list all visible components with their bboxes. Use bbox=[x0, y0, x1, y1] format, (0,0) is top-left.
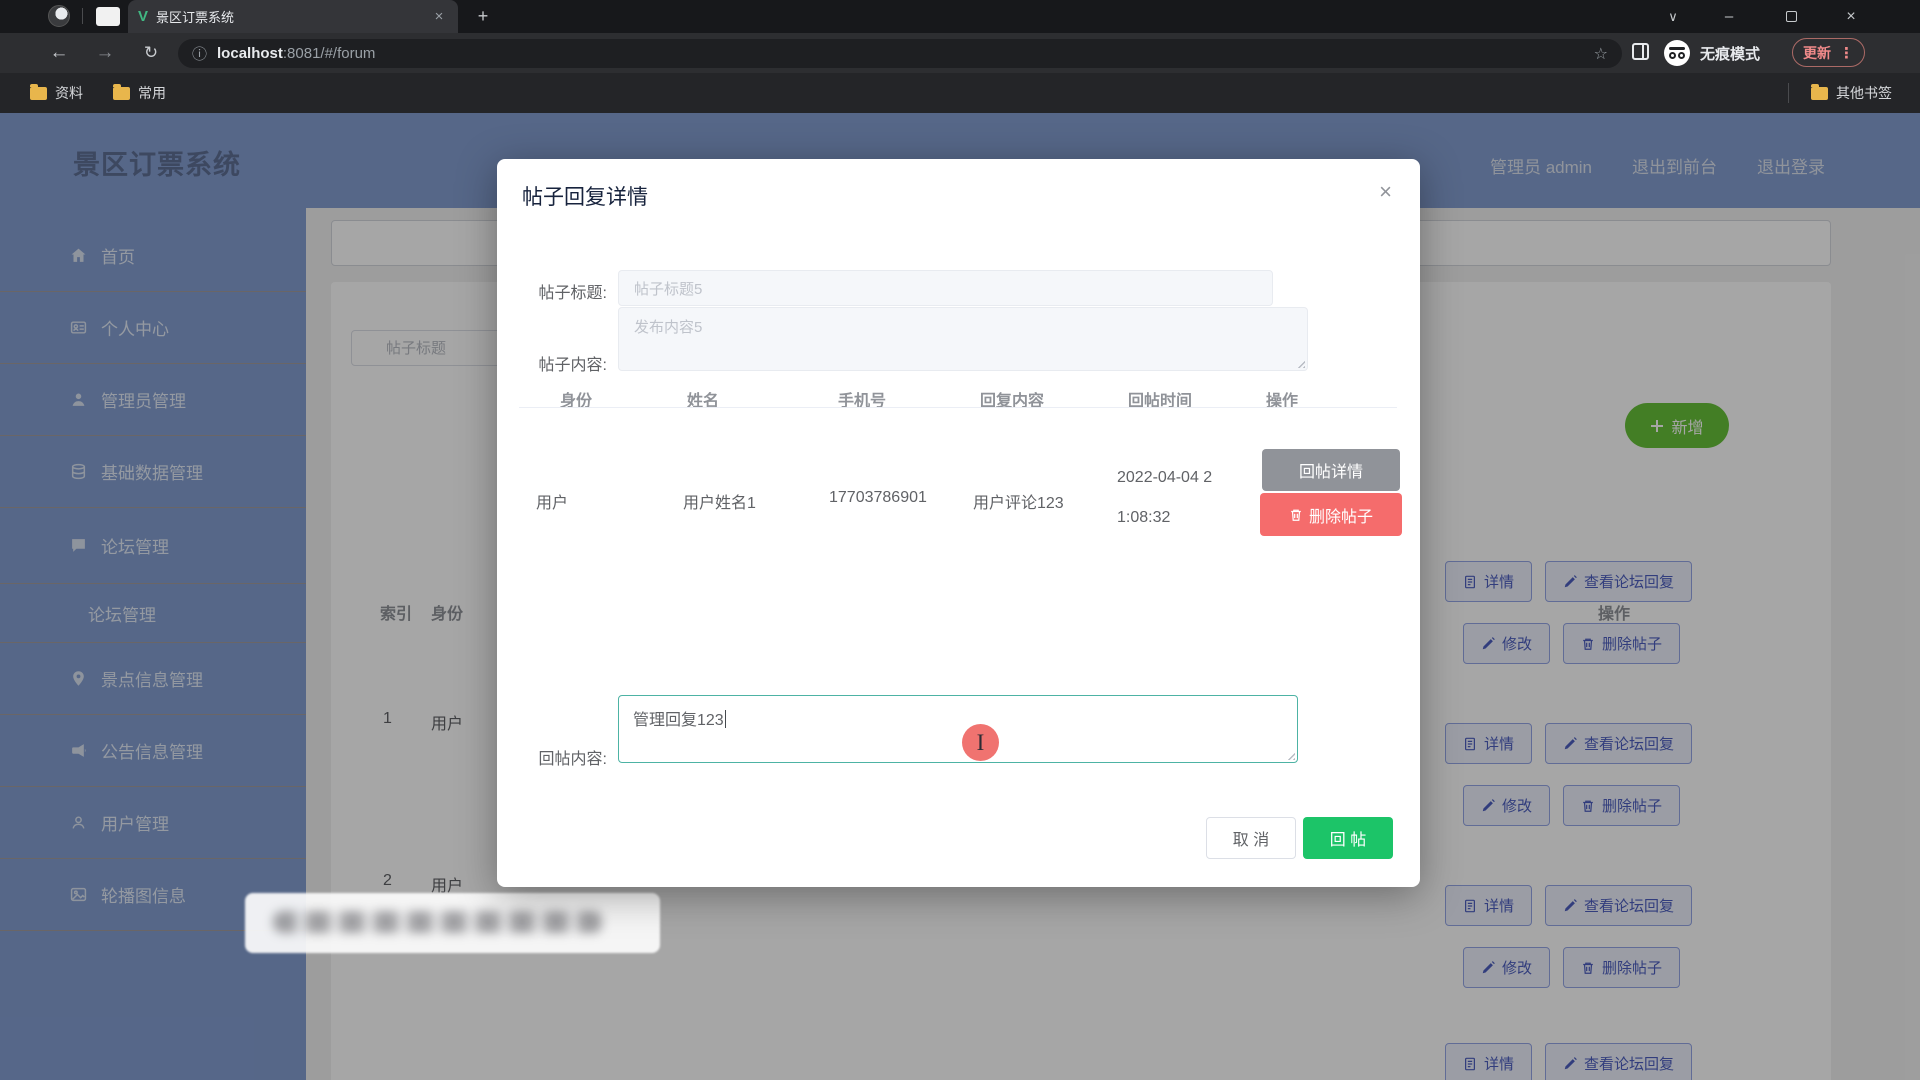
window-restore-button[interactable] bbox=[1768, 0, 1814, 33]
text-caret bbox=[725, 710, 727, 728]
resize-grip bbox=[1285, 750, 1295, 760]
reply-phone: 17703786901 bbox=[829, 489, 927, 507]
dialog-title: 帖子回复详情 bbox=[522, 181, 648, 211]
delete-post-button-modal[interactable]: 删除帖子 bbox=[1260, 493, 1402, 536]
globe-pinned-tab-icon[interactable] bbox=[48, 5, 70, 27]
active-browser-tab[interactable]: V 景区订票系统 bbox=[128, 0, 458, 33]
new-tab-button[interactable] bbox=[470, 4, 496, 30]
browser-tab-strip: V 景区订票系统 bbox=[0, 0, 1920, 33]
browser-toolbar: localhost :8081/#/forum 无痕模式 更新 bbox=[0, 33, 1920, 73]
forward-button[interactable] bbox=[86, 33, 124, 73]
table-divider bbox=[519, 407, 1397, 408]
pinned-tab-icon[interactable] bbox=[96, 7, 120, 26]
url-host: localhost bbox=[217, 45, 283, 62]
tab-separator bbox=[82, 8, 83, 24]
trash-icon bbox=[1289, 508, 1303, 522]
vue-favicon: V bbox=[138, 8, 148, 25]
reply-time: 1:08:32 bbox=[1117, 509, 1170, 527]
reply-detail-button[interactable]: 回帖详情 bbox=[1262, 449, 1400, 491]
bookmark-folder-cy[interactable]: 常用 bbox=[113, 83, 166, 103]
post-title-label: 帖子标题: bbox=[511, 279, 607, 303]
folder-icon bbox=[30, 87, 47, 100]
reply-content-input[interactable]: 管理回复123 bbox=[618, 695, 1298, 763]
tab-close-icon[interactable] bbox=[430, 8, 448, 25]
chrome-update-button[interactable]: 更新 bbox=[1792, 38, 1865, 67]
incognito-icon bbox=[1664, 40, 1690, 66]
other-bookmarks[interactable]: 其他书签 bbox=[1788, 83, 1892, 103]
bookmark-star-icon[interactable] bbox=[1594, 44, 1608, 64]
side-panel-icon[interactable] bbox=[1632, 43, 1649, 60]
text-cursor-indicator bbox=[962, 724, 999, 761]
bookmarks-bar: 资料 常用 其他书签 bbox=[0, 73, 1920, 113]
blurred-watermark bbox=[245, 893, 660, 953]
reply-submit-button[interactable]: 回 帖 bbox=[1303, 817, 1393, 859]
screen: V 景区订票系统 localhost :8081/#/forum 无痕模式 更新 bbox=[0, 0, 1920, 1080]
update-label: 更新 bbox=[1803, 43, 1831, 63]
reply-content: 用户评论123 bbox=[973, 489, 1064, 513]
cancel-button[interactable]: 取 消 bbox=[1206, 817, 1296, 859]
reply-time: 2022-04-04 2 bbox=[1117, 469, 1212, 487]
window-minimize-button[interactable] bbox=[1706, 0, 1752, 33]
address-bar[interactable]: localhost :8081/#/forum bbox=[178, 39, 1622, 68]
site-info-icon[interactable] bbox=[192, 43, 207, 64]
dialog-close-icon[interactable] bbox=[1379, 179, 1392, 205]
reload-button[interactable] bbox=[132, 33, 170, 73]
reply-content-label: 回帖内容: bbox=[511, 745, 607, 769]
back-button[interactable] bbox=[40, 33, 78, 73]
post-content-textarea-disabled: 发布内容5 bbox=[618, 307, 1308, 371]
bookmark-folder-zl[interactable]: 资料 bbox=[30, 83, 83, 103]
post-reply-dialog: 帖子回复详情 帖子标题: 帖子标题5 帖子内容: 发布内容5 身份 姓名 手机号… bbox=[497, 159, 1420, 887]
reply-identity: 用户 bbox=[536, 489, 568, 513]
tab-title: 景区订票系统 bbox=[156, 7, 422, 26]
post-title-input-disabled: 帖子标题5 bbox=[618, 270, 1273, 306]
url-path: :8081/#/forum bbox=[283, 45, 376, 62]
tab-search-chevron-icon[interactable] bbox=[1650, 0, 1696, 33]
window-close-button[interactable] bbox=[1828, 0, 1874, 33]
post-content-label: 帖子内容: bbox=[511, 351, 607, 375]
folder-icon bbox=[1811, 87, 1828, 100]
bookmarks-divider bbox=[1788, 83, 1789, 103]
resize-grip bbox=[1295, 358, 1305, 368]
incognito-label: 无痕模式 bbox=[1700, 43, 1760, 64]
browser-menu-icon[interactable] bbox=[1839, 44, 1854, 62]
folder-icon bbox=[113, 87, 130, 100]
reply-name: 用户姓名1 bbox=[683, 489, 756, 513]
